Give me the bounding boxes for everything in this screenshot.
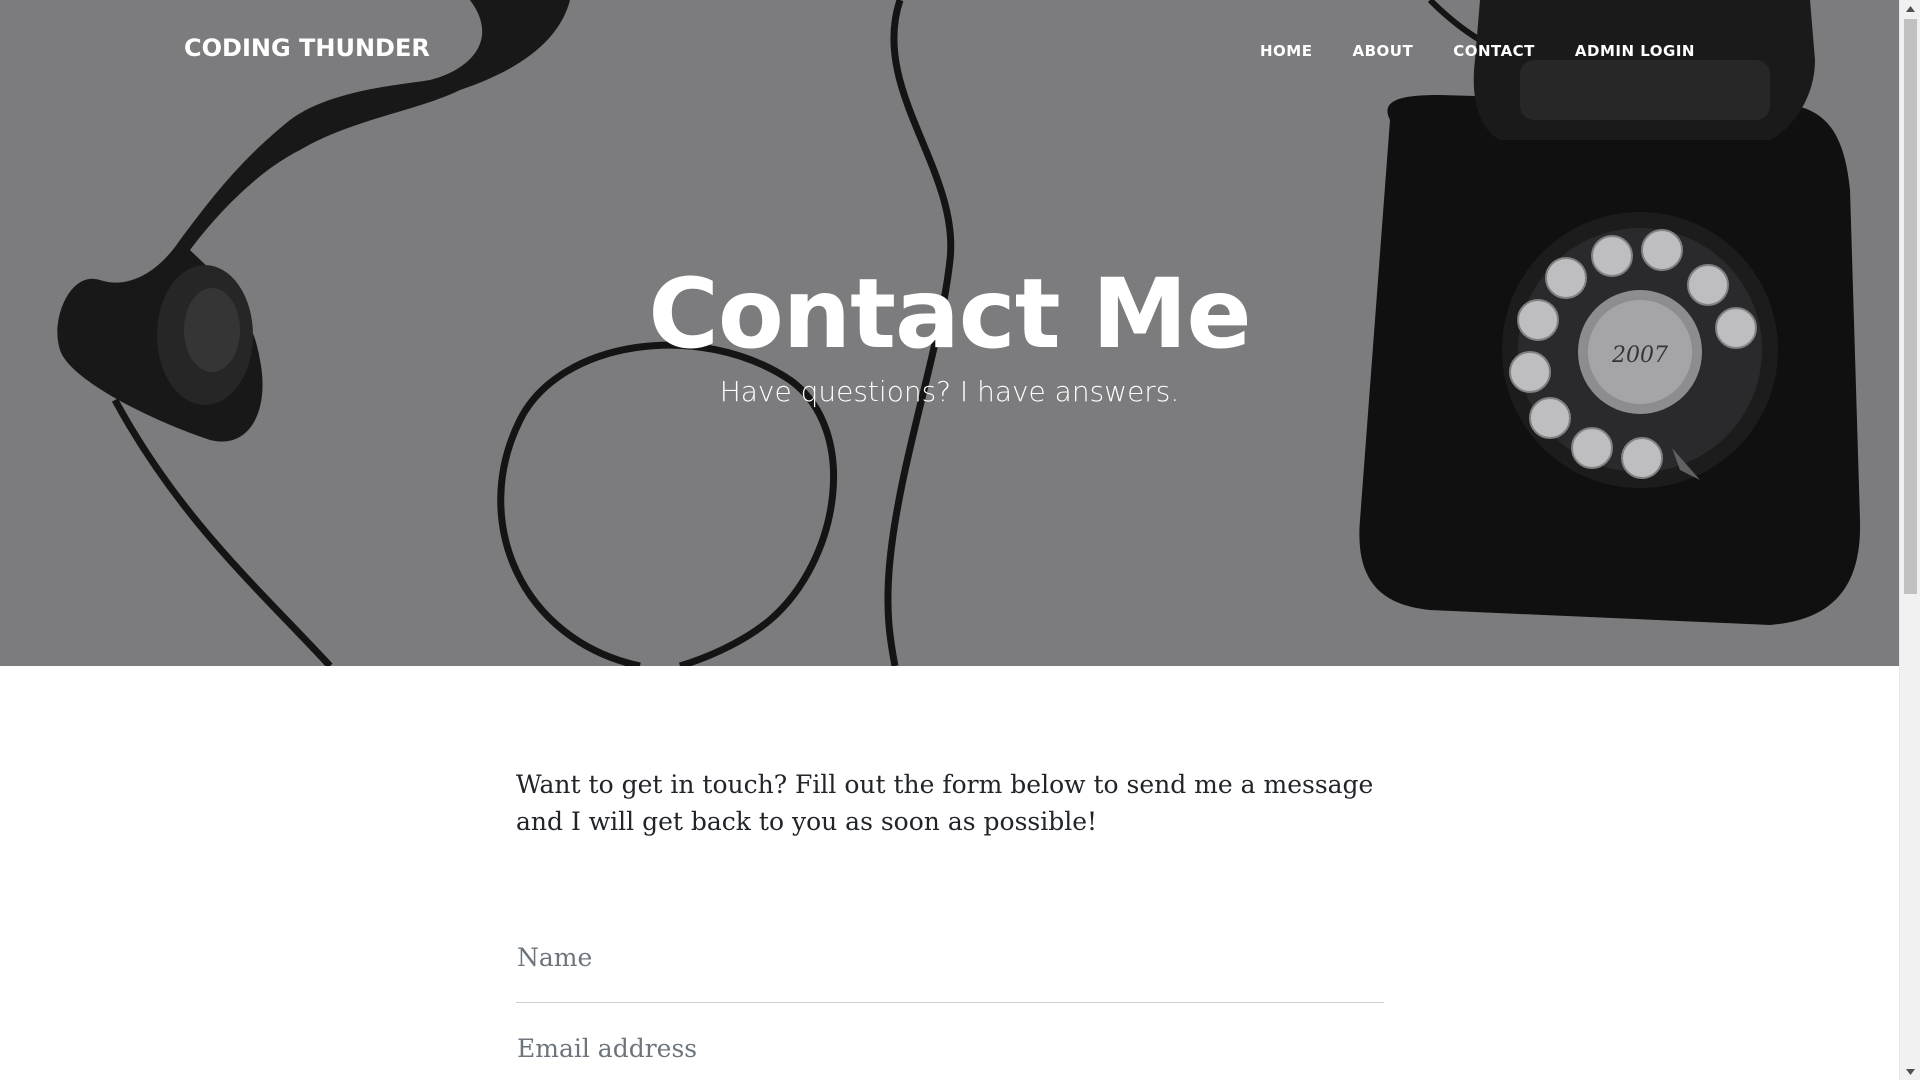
contact-form xyxy=(516,912,1384,1080)
nav-home[interactable]: HOME xyxy=(1240,42,1332,60)
contact-content: Want to get in touch? Fill out the form … xyxy=(516,664,1384,1080)
nav-links: HOME ABOUT CONTACT ADMIN LOGIN xyxy=(1240,42,1695,60)
nav-contact[interactable]: CONTACT xyxy=(1433,42,1555,60)
hero-heading: Contact Me Have questions? I have answer… xyxy=(0,258,1899,412)
scrollbar-thumb[interactable] xyxy=(1904,19,1917,594)
nav-admin-login[interactable]: ADMIN LOGIN xyxy=(1555,42,1695,60)
page: 2007 CODING THUNDER HOME ABOUT CONTACT A… xyxy=(0,0,1920,1080)
brand-link[interactable]: CODING THUNDER xyxy=(184,34,430,62)
intro-text: Want to get in touch? Fill out the form … xyxy=(516,770,1374,836)
nav-about[interactable]: ABOUT xyxy=(1332,42,1433,60)
name-input[interactable] xyxy=(516,912,1384,1003)
scroll-up-arrow-icon[interactable] xyxy=(1900,0,1920,17)
hero-section: 2007 CODING THUNDER HOME ABOUT CONTACT A… xyxy=(0,0,1899,666)
scroll-down-arrow-icon[interactable] xyxy=(1900,1063,1920,1080)
email-input[interactable] xyxy=(516,1003,1384,1080)
name-field-group xyxy=(516,912,1384,1003)
page-subtitle: Have questions? I have answers. xyxy=(719,375,1180,408)
navbar: CODING THUNDER HOME ABOUT CONTACT ADMIN … xyxy=(0,0,1899,102)
email-field-group xyxy=(516,1003,1384,1080)
page-title: Contact Me xyxy=(648,258,1251,370)
vertical-scrollbar[interactable] xyxy=(1899,0,1920,1080)
